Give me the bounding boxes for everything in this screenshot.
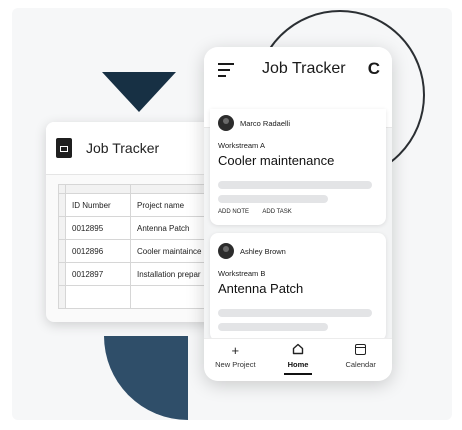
placeholder-bar [218, 323, 328, 331]
placeholder-bar [218, 181, 372, 189]
nav-new-project[interactable]: + New Project [204, 339, 267, 381]
nav-label: Home [287, 360, 309, 369]
workstream-label: Workstream A [218, 141, 265, 150]
placeholder-bar [218, 309, 372, 317]
home-icon [267, 343, 330, 358]
avatar [218, 243, 234, 259]
table-row [58, 285, 224, 309]
refresh-icon[interactable]: C [368, 59, 380, 79]
menu-icon[interactable] [218, 63, 236, 77]
table-cell[interactable] [65, 285, 131, 309]
job-card[interactable]: Marco Radaelli Workstream A Cooler maint… [210, 109, 386, 225]
decorative-triangle [102, 72, 176, 112]
app-header: Job Tracker C [204, 47, 392, 105]
assignee-name: Marco Radaelli [240, 118, 291, 128]
table-row: 0012895 Antenna Patch [58, 216, 224, 240]
table-cell[interactable]: 0012895 [65, 216, 131, 240]
assignee-name: Ashley Brown [240, 246, 286, 256]
nav-calendar[interactable]: Calendar [329, 339, 392, 381]
add-task-button[interactable]: ADD TASK [262, 209, 291, 215]
column-header[interactable]: ID Number [65, 193, 131, 217]
table-row: 0012897 Installation prepar [58, 262, 224, 286]
spreadsheet-grid: ID Number Project name 0012895 Antenna P… [58, 184, 224, 309]
spreadsheet-panel: Job Tracker ID Number Project name 00128… [46, 122, 226, 322]
assignee: Ashley Brown [218, 243, 286, 259]
spreadsheet-title: Job Tracker [86, 140, 160, 156]
placeholder-bar [218, 195, 328, 203]
nav-label: Calendar [345, 360, 376, 369]
add-note-button[interactable]: ADD NOTE [218, 209, 249, 215]
calendar-icon [329, 343, 392, 358]
mobile-app: Job Tracker C Not Started In Progress Co… [204, 47, 392, 381]
job-title: Antenna Patch [218, 281, 304, 296]
app-title: Job Tracker [262, 60, 346, 77]
table-cell[interactable]: 0012896 [65, 239, 131, 263]
assignee: Marco Radaelli [218, 115, 290, 131]
job-card[interactable]: Ashley Brown Workstream B Antenna Patch [210, 233, 386, 341]
nav-home[interactable]: Home [267, 339, 330, 381]
card-actions: ADD NOTE ADD TASK [218, 209, 304, 215]
job-title: Cooler maintenance [218, 153, 335, 168]
workstream-label: Workstream B [218, 269, 266, 278]
avatar [218, 115, 234, 131]
nav-label: New Project [215, 360, 256, 369]
table-cell[interactable]: 0012897 [65, 262, 131, 286]
table-row: 0012896 Cooler maintaince [58, 239, 224, 263]
bottom-navigation: + New Project Home Calendar [204, 338, 392, 381]
plus-icon: + [231, 343, 240, 358]
spreadsheet-icon [56, 138, 72, 158]
spreadsheet-header: Job Tracker [46, 122, 226, 175]
